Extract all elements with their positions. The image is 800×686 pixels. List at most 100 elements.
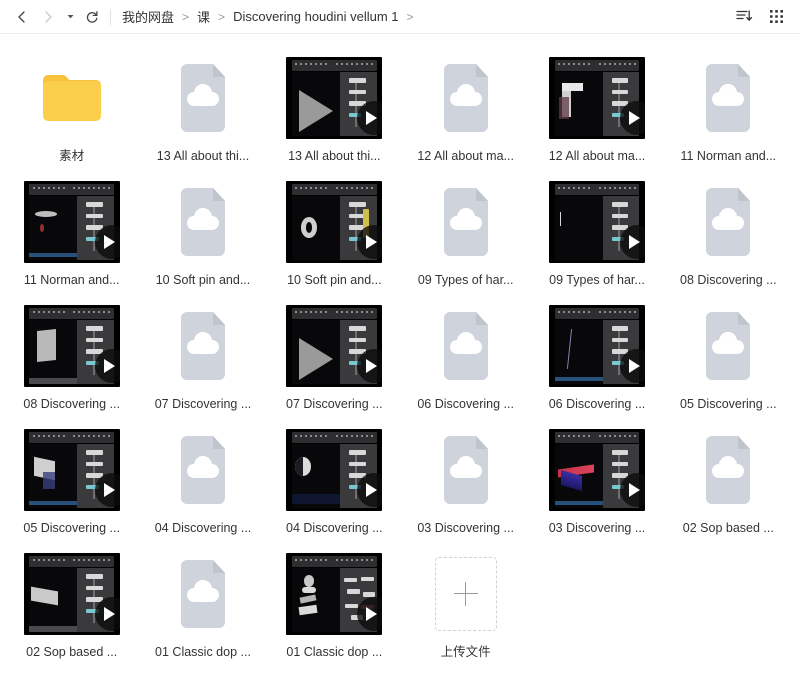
cloud-file-glyph (706, 188, 751, 256)
tile-thumbnail (417, 180, 515, 264)
file-tile[interactable]: 11 Norman and... (6, 172, 137, 294)
upload-file-tile[interactable]: 上传文件 (400, 544, 531, 666)
video-thumbnail[interactable] (286, 181, 383, 263)
play-icon[interactable] (357, 473, 383, 507)
tile-label: 09 Types of har... (549, 273, 645, 287)
tile-thumbnail (23, 428, 121, 512)
video-thumbnail[interactable] (23, 305, 120, 387)
tile-label: 07 Discovering ... (154, 397, 252, 411)
file-tile[interactable]: 03 Discovering ... (400, 420, 531, 542)
tile-label: 11 Norman and... (23, 273, 120, 287)
history-dropdown-button[interactable] (62, 5, 78, 29)
tile-thumbnail (23, 180, 121, 264)
grid-view-icon[interactable] (766, 7, 786, 27)
video-thumbnail[interactable] (23, 429, 120, 511)
file-tile[interactable]: 02 Sop based ... (6, 544, 137, 666)
sort-descending-icon[interactable] (734, 7, 754, 27)
tile-label: 01 Classic dop ... (286, 645, 383, 659)
tile-thumbnail (285, 428, 383, 512)
file-tile[interactable]: 08 Discovering ... (6, 296, 137, 418)
tile-label: 04 Discovering ... (154, 521, 252, 535)
cloud-file-glyph (443, 312, 488, 380)
forward-button[interactable] (36, 5, 60, 29)
tile-thumbnail (285, 552, 383, 636)
back-button[interactable] (10, 5, 34, 29)
tile-thumbnail (154, 180, 252, 264)
file-tile[interactable]: 07 Discovering ... (269, 296, 400, 418)
tile-thumbnail (417, 56, 515, 140)
cloud-file-glyph (706, 436, 751, 504)
file-tile[interactable]: 04 Discovering ... (269, 420, 400, 542)
file-tile[interactable]: 10 Soft pin and... (269, 172, 400, 294)
file-tile[interactable]: 06 Discovering ... (531, 296, 662, 418)
video-thumbnail[interactable] (286, 553, 383, 635)
tile-label: 05 Discovering ... (680, 397, 777, 411)
video-thumbnail[interactable] (548, 305, 645, 387)
breadcrumb-item-course[interactable]: 课 (196, 7, 211, 26)
tile-label: 12 All about ma... (548, 149, 646, 163)
tile-thumbnail (154, 428, 252, 512)
file-tile[interactable]: 13 All about thi... (137, 48, 268, 170)
tile-label: 13 All about thi... (156, 149, 250, 163)
tile-label: 01 Classic dop ... (155, 645, 251, 659)
file-tile[interactable]: 03 Discovering ... (531, 420, 662, 542)
tile-thumbnail (23, 552, 121, 636)
file-tile[interactable]: 02 Sop based ... (663, 420, 794, 542)
tile-thumbnail (679, 180, 777, 264)
video-thumbnail[interactable] (548, 181, 645, 263)
tile-label: 02 Sop based ... (26, 645, 118, 659)
video-thumbnail[interactable] (548, 57, 645, 139)
file-tile[interactable]: 12 All about ma... (400, 48, 531, 170)
tile-label: 12 All about ma... (417, 149, 514, 163)
video-thumbnail[interactable] (23, 553, 120, 635)
navigation-controls (10, 5, 104, 29)
tile-label: 07 Discovering ... (286, 397, 383, 411)
video-thumbnail[interactable] (286, 57, 383, 139)
cloud-file-glyph (180, 188, 225, 256)
tile-thumbnail (154, 552, 252, 636)
play-icon[interactable] (357, 349, 383, 383)
file-tile[interactable]: 09 Types of har... (531, 172, 662, 294)
tile-label: 08 Discovering ... (680, 273, 777, 287)
video-thumbnail[interactable] (548, 429, 645, 511)
video-thumbnail[interactable] (23, 181, 120, 263)
breadcrumb-item-current[interactable]: Discovering houdini vellum 1 (232, 9, 399, 24)
toolbar-actions (734, 7, 788, 27)
file-tile[interactable]: 09 Types of har... (400, 172, 531, 294)
breadcrumb-item-root[interactable]: 我的网盘 (121, 7, 175, 26)
file-tile[interactable]: 01 Classic dop ... (137, 544, 268, 666)
file-tile[interactable]: 04 Discovering ... (137, 420, 268, 542)
tile-label: 04 Discovering ... (286, 521, 383, 535)
file-tile[interactable]: 05 Discovering ... (6, 420, 137, 542)
video-thumbnail[interactable] (286, 429, 383, 511)
file-tile[interactable]: 07 Discovering ... (137, 296, 268, 418)
play-icon[interactable] (357, 225, 383, 259)
plus-icon (453, 582, 478, 606)
video-thumbnail[interactable] (286, 305, 383, 387)
tile-thumbnail (285, 56, 383, 140)
file-tile[interactable]: 12 All about ma... (531, 48, 662, 170)
tile-thumbnail (679, 304, 777, 388)
file-tile[interactable]: 11 Norman and... (663, 48, 794, 170)
file-tile[interactable]: 10 Soft pin and... (137, 172, 268, 294)
tile-label: 09 Types of har... (417, 273, 514, 287)
cloud-file-glyph (180, 64, 225, 132)
file-tile[interactable]: 08 Discovering ... (663, 172, 794, 294)
upload-dropzone[interactable] (434, 557, 497, 631)
file-tile[interactable]: 01 Classic dop ... (269, 544, 400, 666)
breadcrumb-separator-trailing: > (406, 9, 414, 24)
breadcrumb: 我的网盘 > 课 > Discovering houdini vellum 1 … (121, 7, 734, 26)
tile-label: 13 All about thi... (288, 149, 381, 163)
folder-tile[interactable]: 素材 (6, 48, 137, 170)
play-icon[interactable] (357, 101, 383, 135)
tile-label: 10 Soft pin and... (287, 273, 382, 287)
tile-label: 06 Discovering ... (548, 397, 646, 411)
tile-label: 上传文件 (440, 645, 491, 659)
file-tile[interactable]: 05 Discovering ... (663, 296, 794, 418)
cloud-file-glyph (706, 64, 751, 132)
file-tile[interactable]: 13 All about thi... (269, 48, 400, 170)
refresh-button[interactable] (80, 5, 104, 29)
play-icon[interactable] (357, 597, 383, 631)
file-tile[interactable]: 06 Discovering ... (400, 296, 531, 418)
cloud-file-glyph (180, 560, 225, 628)
